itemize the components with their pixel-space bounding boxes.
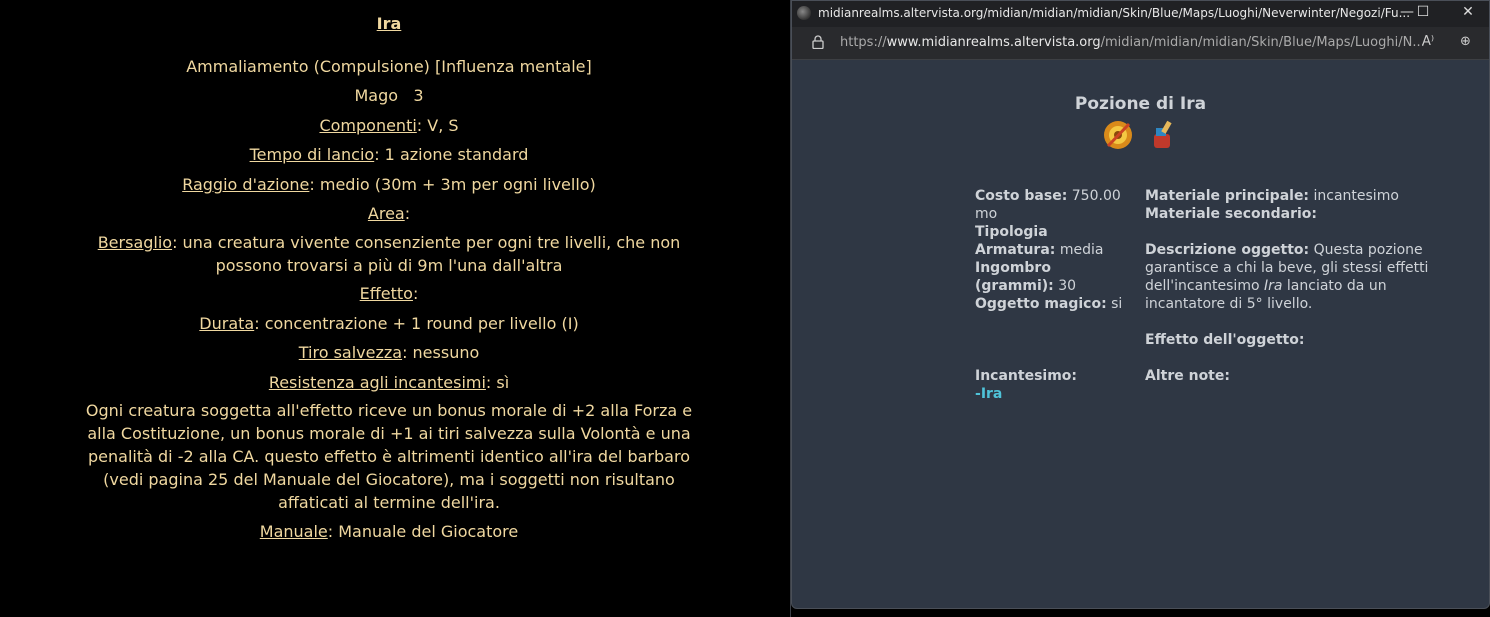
spell-desc-line: (vedi pagina 25 del Manuale del Giocator… bbox=[103, 470, 675, 489]
casting-time-row: Tempo di lancio: 1 azione standard bbox=[249, 145, 529, 164]
components-link[interactable]: Componenti bbox=[319, 116, 416, 135]
components-row: Componenti: V, S bbox=[319, 116, 459, 135]
effect-row: Effetto: bbox=[359, 284, 419, 303]
lock-icon[interactable] bbox=[812, 35, 824, 49]
casting-time-link[interactable]: Tempo di lancio bbox=[250, 145, 375, 164]
manual-link[interactable]: Manuale bbox=[260, 522, 328, 541]
browser-popup-window: midianrealms.altervista.org/midian/midia… bbox=[791, 0, 1490, 609]
saving-throw-link[interactable]: Tiro salvezza bbox=[299, 343, 402, 362]
item-page: Pozione di Ira Costo base: 750.00 mo Tip… bbox=[792, 60, 1489, 608]
spell-level: Mago 3 bbox=[354, 86, 424, 105]
spell-description-pane: Ira Ammaliamento (Compulsione) [Influenz… bbox=[0, 0, 790, 617]
duration-link[interactable]: Durata bbox=[199, 314, 254, 333]
spell-title[interactable]: Ira bbox=[0, 12, 778, 35]
item-properties: Costo base: 750.00 mo Tipologia Armatura… bbox=[975, 188, 1123, 312]
effect-link[interactable]: Effetto bbox=[360, 284, 413, 303]
saving-throw-row: Tiro salvezza: nessuno bbox=[298, 343, 480, 362]
spell-school: Ammaliamento (Compulsione) [Influenza me… bbox=[186, 57, 592, 76]
brush-icon bbox=[1154, 120, 1172, 148]
read-aloud-icon[interactable]: A⁾ bbox=[1422, 34, 1434, 49]
zoom-icon[interactable]: ⊕ bbox=[1460, 34, 1471, 49]
spell-desc-line: affaticati al termine dell'ira. bbox=[278, 493, 500, 512]
duration-row: Durata: concentrazione + 1 round per liv… bbox=[199, 314, 579, 333]
area-row: Area: bbox=[367, 204, 411, 223]
item-materials: Materiale principale: incantesimo Materi… bbox=[1145, 188, 1429, 348]
window-title: midianrealms.altervista.org/midian/midia… bbox=[818, 6, 1411, 20]
spell-resistance-row: Resistenza agli incantesimi: sì bbox=[268, 373, 510, 392]
url-text[interactable]: https://www.midianrealms.altervista.org/… bbox=[840, 35, 1425, 50]
item-icons bbox=[1104, 120, 1172, 149]
item-notes: Altre note: bbox=[1145, 368, 1230, 384]
close-button[interactable]: ✕ bbox=[1453, 4, 1483, 20]
address-bar[interactable]: https://www.midianrealms.altervista.org/… bbox=[792, 27, 1489, 60]
spell-desc-line: alla Costituzione, un bonus morale di +1… bbox=[87, 424, 691, 443]
target-row: Bersaglio: una creatura vivente consenzi… bbox=[97, 233, 681, 252]
site-favicon-icon bbox=[797, 6, 811, 20]
range-link[interactable]: Raggio d'azione bbox=[182, 175, 309, 194]
item-title: Pozione di Ira bbox=[1074, 94, 1207, 114]
maximize-button[interactable]: ☐ bbox=[1408, 4, 1438, 20]
spell-desc-line: Ogni creatura soggetta all'effetto ricev… bbox=[85, 401, 693, 420]
spell-resistance-link[interactable]: Resistenza agli incantesimi bbox=[269, 373, 486, 392]
range-row: Raggio d'azione: medio (30m + 3m per ogn… bbox=[182, 175, 596, 194]
manual-row: Manuale: Manuale del Giocatore bbox=[259, 522, 519, 541]
area-link[interactable]: Area bbox=[368, 204, 405, 223]
title-bar[interactable]: midianrealms.altervista.org/midian/midia… bbox=[792, 1, 1489, 27]
target-link[interactable]: Bersaglio bbox=[98, 233, 172, 252]
gear-icon bbox=[1104, 121, 1132, 149]
item-spell-section: Incantesimo: -Ira bbox=[975, 368, 1078, 402]
spell-link[interactable]: Ira bbox=[981, 386, 1003, 402]
target-row-cont: possono trovarsi a più di 9m l'una dall'… bbox=[215, 256, 563, 275]
spell-desc-line: penalità di -2 alla CA. questo effetto è… bbox=[88, 447, 690, 466]
